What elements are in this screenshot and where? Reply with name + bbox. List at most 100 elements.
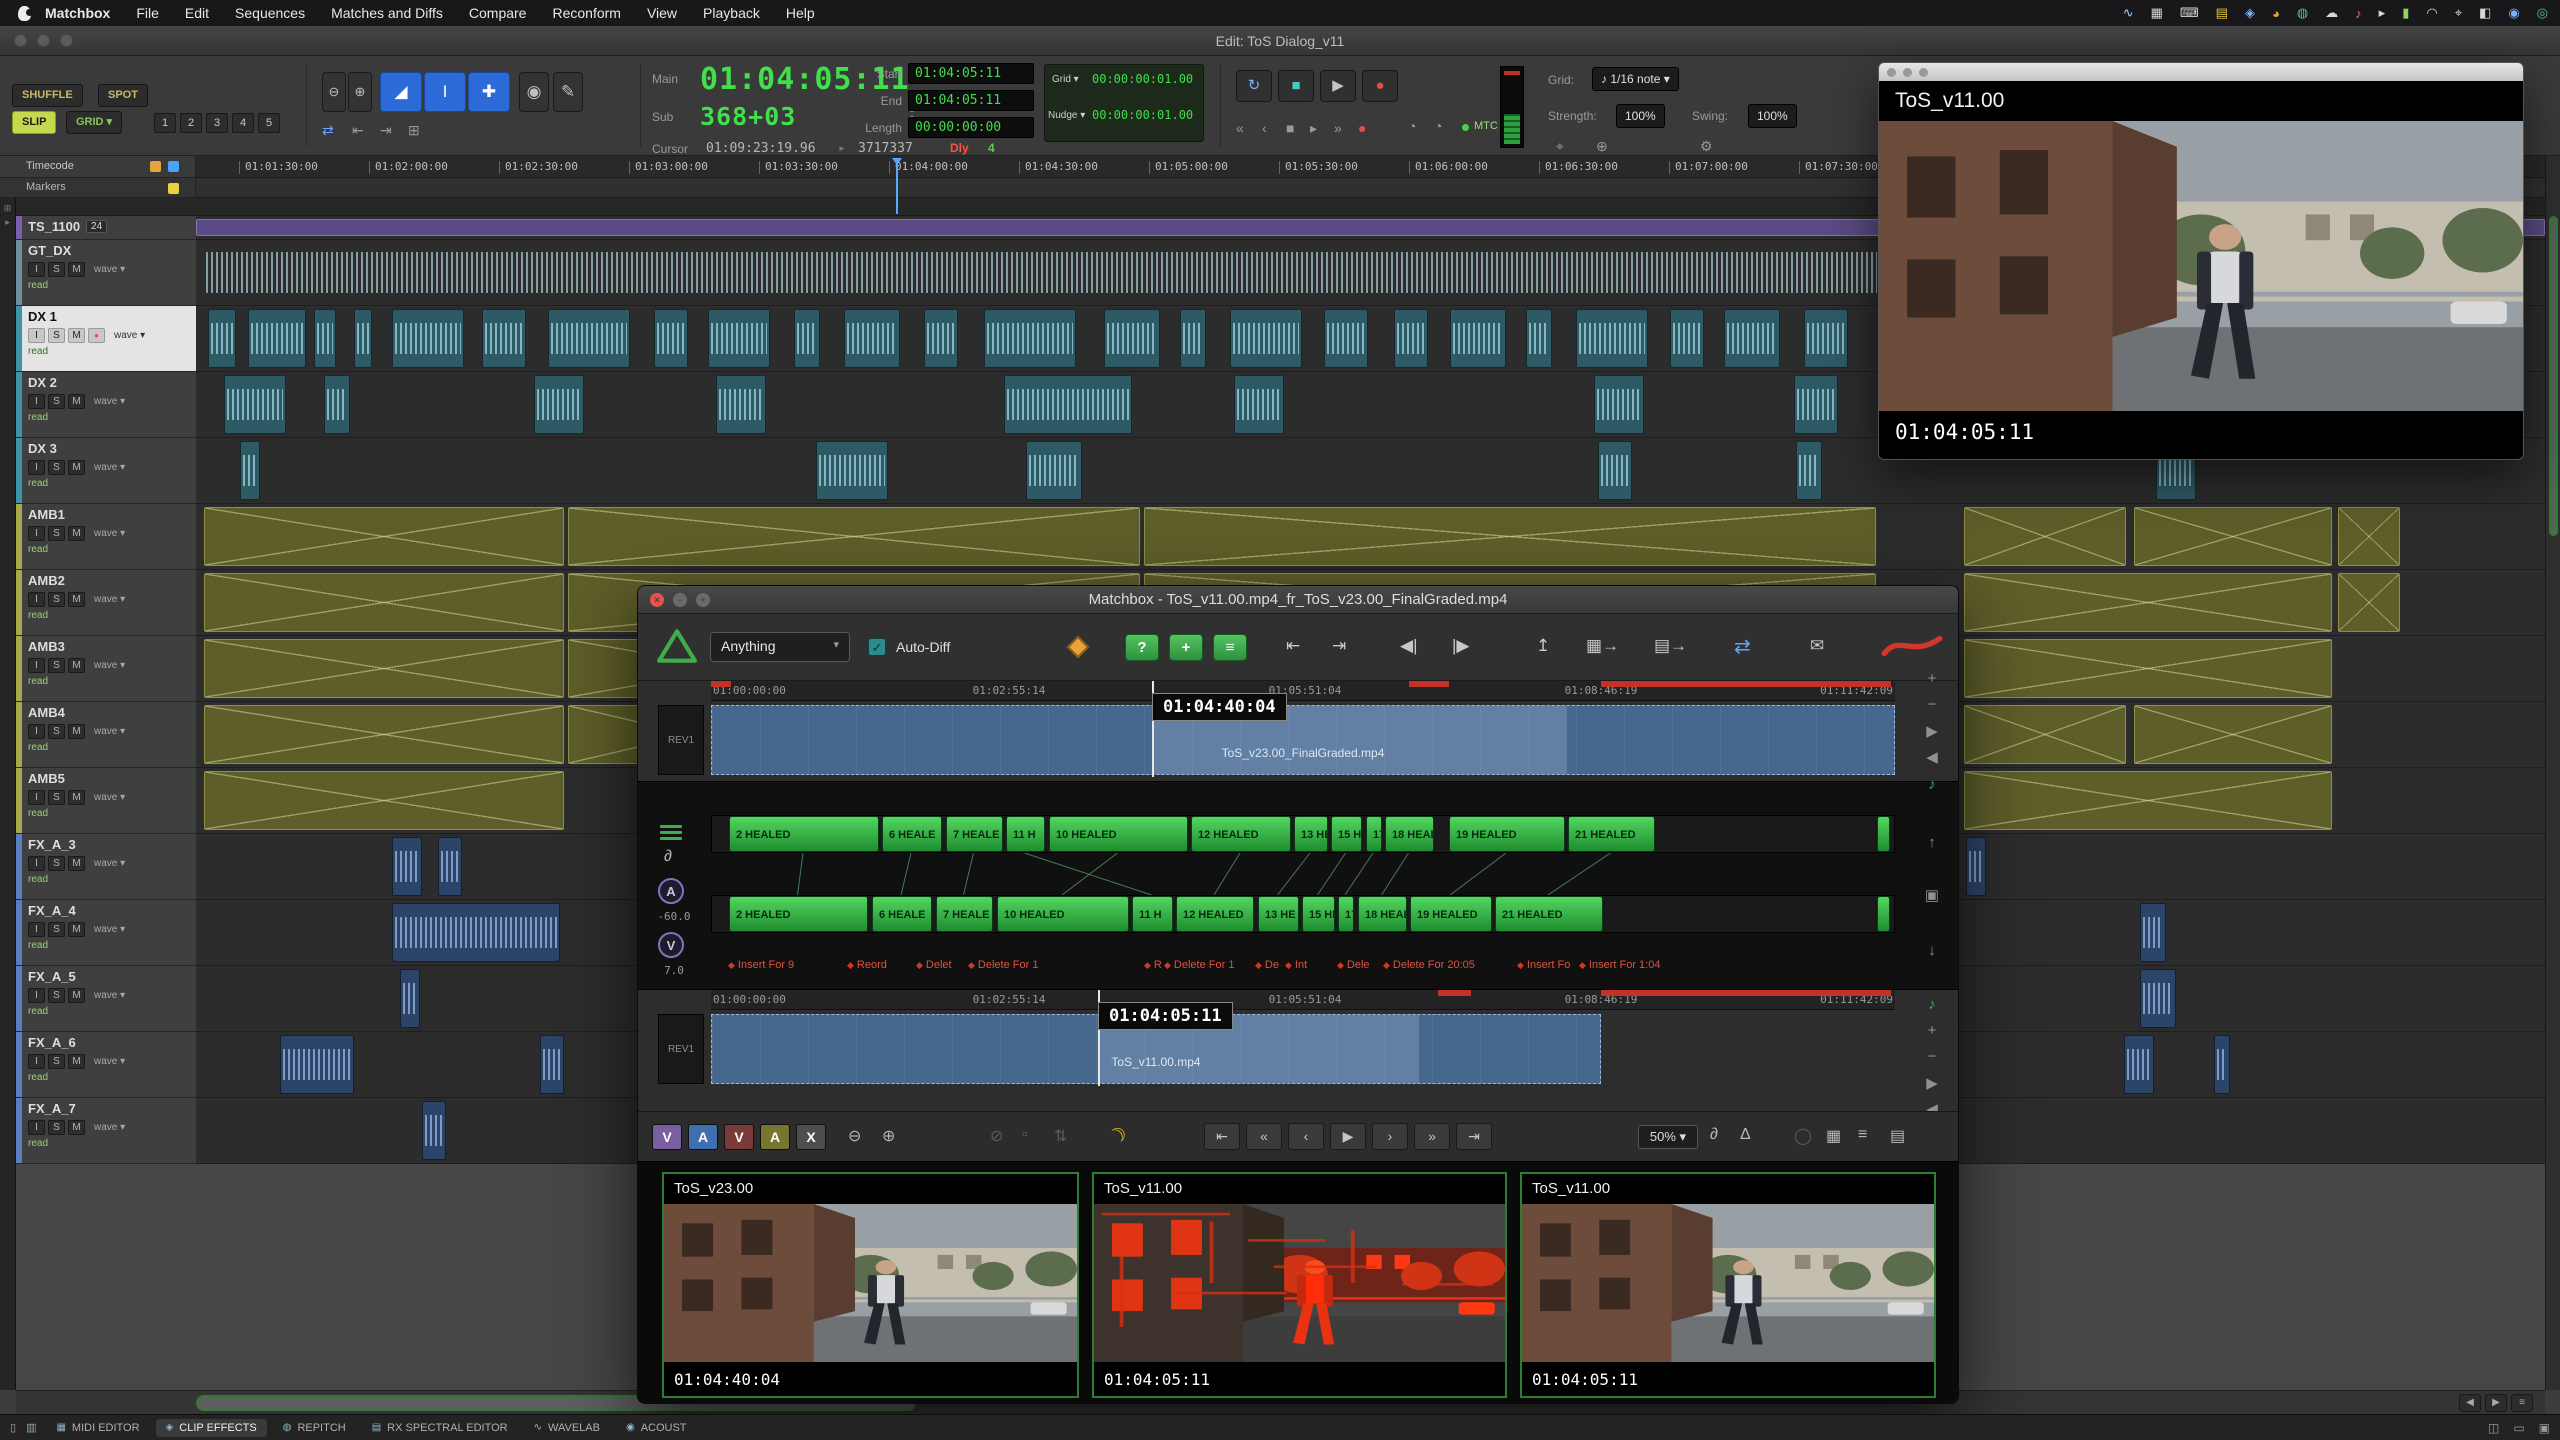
cloud-icon[interactable]: ☁ bbox=[2325, 5, 2338, 21]
apple-menu-icon[interactable] bbox=[18, 6, 31, 21]
menu-item-view[interactable]: View bbox=[647, 5, 677, 21]
memory-location-1[interactable]: 1 bbox=[154, 113, 176, 133]
play-button[interactable]: ▶ bbox=[1320, 70, 1356, 102]
statusbar-tab-acoust[interactable]: ◉ACOUST bbox=[616, 1419, 697, 1437]
grid-setting-value[interactable]: 00:00:00:01.00 bbox=[1092, 72, 1193, 86]
audio-clip[interactable] bbox=[984, 309, 1076, 368]
hamburger-menu-icon[interactable] bbox=[660, 822, 682, 843]
spot-mode-button[interactable]: SPOT bbox=[98, 84, 148, 107]
menu-item-matches-and-diffs[interactable]: Matches and Diffs bbox=[331, 5, 443, 21]
track-s-button[interactable]: S bbox=[48, 394, 65, 409]
track-header-amb3[interactable]: AMB3ISMwave ▾read bbox=[16, 636, 196, 702]
zoom-toggle-button[interactable]: ≡ bbox=[2511, 1394, 2533, 1412]
healed-segment-17[interactable]: 17 bbox=[1338, 896, 1354, 932]
track-i-button[interactable]: I bbox=[28, 1120, 45, 1135]
color-picker-icon[interactable]: ◕ bbox=[2272, 6, 2280, 21]
play-status-icon[interactable]: ▸ bbox=[2379, 5, 2386, 21]
memory-location-4[interactable]: 4 bbox=[232, 113, 254, 133]
search-icon[interactable]: ⌖ bbox=[1556, 138, 1564, 155]
automation-mode-selector[interactable]: read bbox=[28, 874, 196, 885]
fast-forward-button[interactable]: » bbox=[1414, 1123, 1450, 1150]
target-icon[interactable]: ⊕ bbox=[1596, 138, 1608, 155]
disabled-sync-icon[interactable]: ⊘ bbox=[990, 1126, 1003, 1146]
healed-segment-21-healed[interactable]: 21 HEALED bbox=[1568, 816, 1655, 852]
track-m-button[interactable]: M bbox=[68, 526, 85, 541]
diff-marker-dele[interactable]: ◆Dele bbox=[1337, 959, 1370, 971]
pencil-tool-button[interactable]: ✎ bbox=[553, 72, 583, 112]
audio-clip[interactable] bbox=[392, 309, 464, 368]
goto-prev-edit-icon[interactable]: ⇤ bbox=[1286, 636, 1300, 656]
audio-clip[interactable] bbox=[400, 969, 420, 1028]
layout-3-icon[interactable]: ▣ bbox=[2539, 1421, 2550, 1435]
audio-clip[interactable] bbox=[1004, 375, 1132, 434]
track-s-button[interactable]: S bbox=[48, 262, 65, 277]
audio-clip[interactable] bbox=[924, 309, 958, 368]
healed-segment[interactable] bbox=[1877, 896, 1890, 932]
healed-segment-10-healed[interactable]: 10 HEALED bbox=[1049, 816, 1188, 852]
layout-2-icon[interactable]: ▭ bbox=[2513, 1421, 2524, 1435]
statusbar-tab-rx-spectral-editor[interactable]: ▤RX SPECTRAL EDITOR bbox=[362, 1419, 518, 1437]
disabled-box-icon[interactable]: ▫ bbox=[1022, 1126, 1028, 1144]
record-small-icon[interactable]: ● bbox=[1358, 120, 1366, 136]
waveform-status-icon[interactable]: ∿ bbox=[2123, 5, 2134, 21]
zoom-percent-dropdown[interactable]: 50% ▾ bbox=[1638, 1125, 1698, 1149]
shuffle-mode-button[interactable]: SHUFFLE bbox=[12, 84, 83, 107]
menu-item-playback[interactable]: Playback bbox=[703, 5, 760, 21]
audio-clip[interactable] bbox=[1526, 309, 1552, 368]
scroll-right-button[interactable]: ▶ bbox=[2485, 1394, 2507, 1412]
healed-segment-15-he[interactable]: 15 HE bbox=[1302, 896, 1335, 932]
zoom-out-button[interactable]: ⊖ bbox=[322, 72, 346, 112]
track-m-button[interactable]: M bbox=[68, 1054, 85, 1069]
automation-mode-selector[interactable]: read bbox=[28, 280, 196, 291]
track-view-selector[interactable]: wave ▾ bbox=[94, 792, 125, 803]
automation-mode-selector[interactable]: read bbox=[28, 1072, 196, 1083]
healed-segment-2-healed[interactable]: 2 HEALED bbox=[729, 896, 868, 932]
record-button[interactable]: ● bbox=[1362, 70, 1398, 102]
zoom-button[interactable]: + bbox=[696, 593, 710, 607]
add-match-button[interactable]: + bbox=[1169, 634, 1203, 661]
grid-view-icon[interactable]: ▦ bbox=[1826, 1126, 1841, 1146]
track-m-button[interactable]: M bbox=[68, 394, 85, 409]
zoom-in-icon[interactable]: ⊕ bbox=[882, 1126, 895, 1146]
track-i-button[interactable]: I bbox=[28, 658, 45, 673]
match-list-button[interactable]: ≡ bbox=[1213, 634, 1247, 661]
automation-mode-selector[interactable]: read bbox=[28, 544, 196, 555]
track-s-button[interactable]: S bbox=[48, 988, 65, 1003]
healed-segment-7-heale[interactable]: 7 HEALE bbox=[936, 896, 993, 932]
track-s-button[interactable]: S bbox=[48, 592, 65, 607]
track-view-selector[interactable]: wave ▾ bbox=[94, 396, 125, 407]
healed-segment-19-healed[interactable]: 19 HEALED bbox=[1449, 816, 1565, 852]
tab-to-transient-icon[interactable]: ⇤ bbox=[352, 122, 364, 139]
track-view-selector[interactable]: wave ▾ bbox=[94, 1122, 125, 1133]
audio-clip[interactable] bbox=[204, 507, 564, 566]
track-i-button[interactable]: I bbox=[28, 922, 45, 937]
match-forward-icon[interactable]: |▶ bbox=[1452, 636, 1470, 656]
healed-segment-13-he[interactable]: 13 HE bbox=[1258, 896, 1299, 932]
audio-clip[interactable] bbox=[314, 309, 336, 368]
audio-clip[interactable] bbox=[816, 441, 888, 500]
track-header-fx-a-7[interactable]: FX_A_7ISMwave ▾read bbox=[16, 1098, 196, 1164]
healed-segment-12-healed[interactable]: 12 HEALED bbox=[1176, 896, 1254, 932]
track-s-button[interactable]: S bbox=[48, 922, 65, 937]
audio-clip[interactable] bbox=[1670, 309, 1704, 368]
minimize-button[interactable] bbox=[1903, 68, 1912, 77]
audio-clip[interactable] bbox=[1104, 309, 1160, 368]
vscroll-thumb[interactable] bbox=[2549, 216, 2558, 536]
automation-mode-selector[interactable]: read bbox=[28, 676, 196, 687]
diff-marker-insert-for-9[interactable]: ◆Insert For 9 bbox=[728, 959, 794, 971]
track-i-button[interactable]: I bbox=[28, 262, 45, 277]
track-view-selector[interactable]: wave ▾ bbox=[94, 1056, 125, 1067]
diff-marker-de[interactable]: ◆De bbox=[1255, 959, 1279, 971]
minimize-button[interactable]: − bbox=[673, 593, 687, 607]
track-i-button[interactable]: I bbox=[28, 724, 45, 739]
zoom-out-icon[interactable]: ⊖ bbox=[848, 1126, 861, 1146]
audio-clip[interactable] bbox=[2134, 507, 2332, 566]
swing-value[interactable]: 100% bbox=[1748, 104, 1797, 128]
menu-item-edit[interactable]: Edit bbox=[185, 5, 209, 21]
play-small-icon[interactable]: ▸ bbox=[1310, 120, 1317, 137]
diff-marker-r[interactable]: ◆R bbox=[1144, 959, 1162, 971]
track-s-button[interactable]: S bbox=[48, 658, 65, 673]
export-columns-icon[interactable]: ▤→ bbox=[1654, 636, 1687, 656]
audio-clip[interactable] bbox=[1576, 309, 1648, 368]
healed-segment-12-healed[interactable]: 12 HEALED bbox=[1191, 816, 1291, 852]
